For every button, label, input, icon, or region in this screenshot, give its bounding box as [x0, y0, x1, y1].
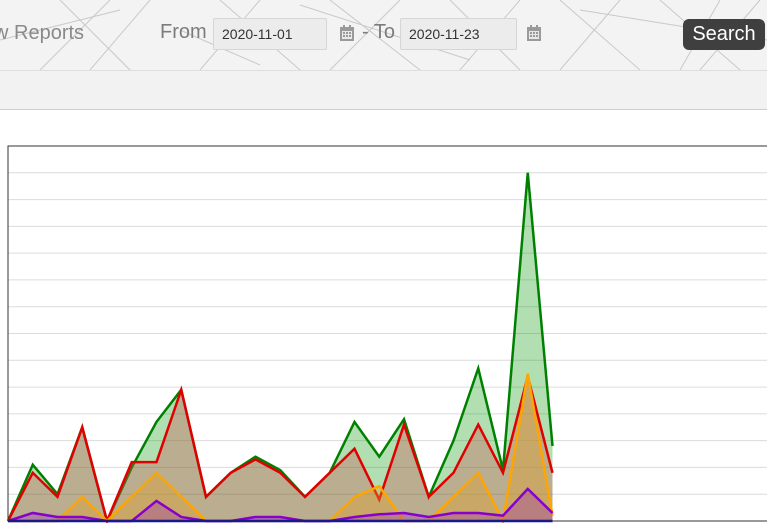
from-label: From [160, 21, 207, 43]
from-date-input[interactable]: 2020-11-01 [213, 18, 327, 50]
search-button[interactable]: Search [683, 19, 765, 50]
to-label: - To [362, 21, 395, 43]
chart-area [0, 108, 767, 525]
chart-series [6, 172, 554, 525]
to-date-input[interactable]: 2020-11-23 [400, 18, 517, 50]
calendar-icon[interactable] [339, 24, 355, 42]
page-title: w Reports [0, 22, 85, 44]
top-toolbar: w Reports From 2020-11-01 - To 2020-11-2… [0, 0, 767, 70]
area-chart [6, 145, 767, 525]
filter-bar [0, 70, 767, 110]
calendar-icon[interactable] [526, 24, 542, 42]
